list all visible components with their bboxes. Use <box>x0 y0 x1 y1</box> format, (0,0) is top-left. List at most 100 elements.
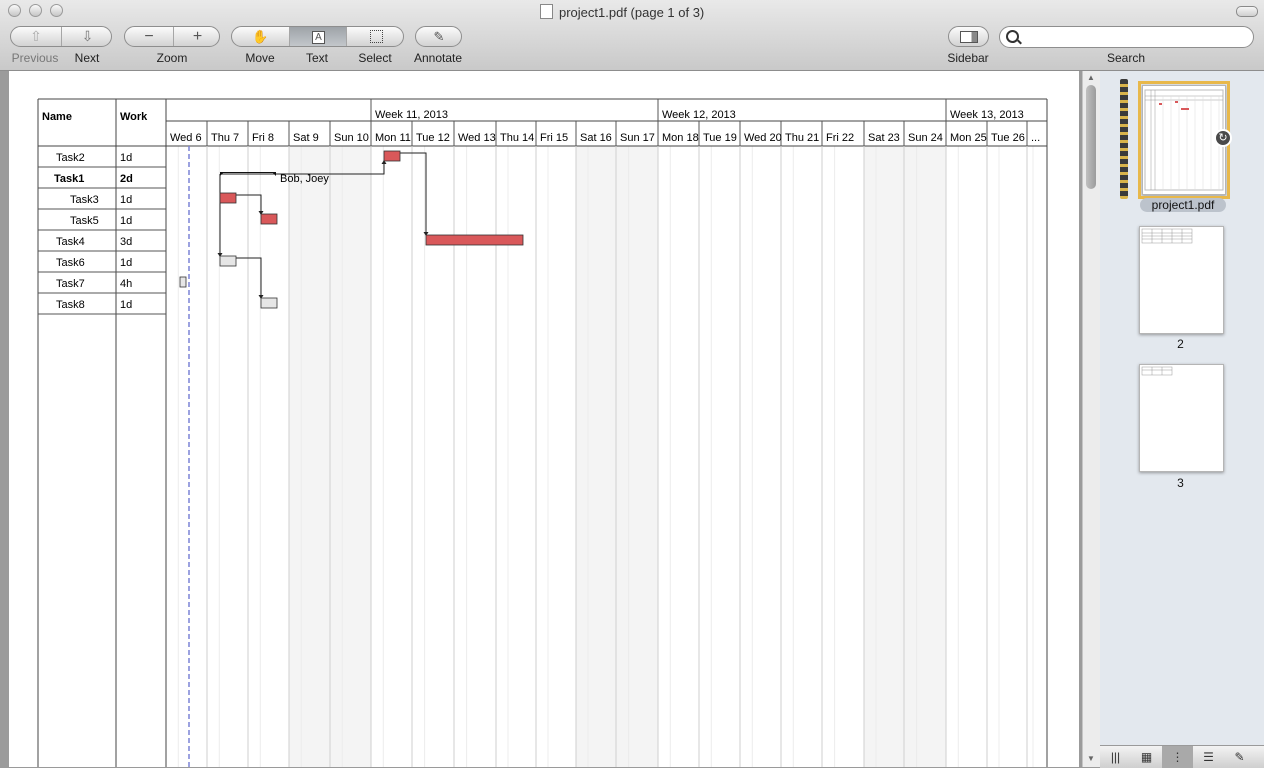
page-thumbnail-2[interactable] <box>1139 226 1224 334</box>
zoom-in-icon: + <box>192 28 203 45</box>
tool-mode-control: ✋ A <box>231 26 404 47</box>
sidebar-label: Sidebar <box>947 51 989 65</box>
day-header: Wed 20 <box>744 132 782 144</box>
task-work: 3d <box>120 236 132 248</box>
minimize-button[interactable] <box>29 4 42 17</box>
sidebar-button[interactable] <box>948 26 989 47</box>
zoom-window-button[interactable] <box>50 4 63 17</box>
move-tool-button[interactable]: ✋ <box>232 27 289 46</box>
toolbar-toggle-button[interactable] <box>1236 6 1258 17</box>
scroll-down-icon[interactable]: ▼ <box>1087 754 1095 763</box>
weekend-shade <box>904 146 946 767</box>
task-bar <box>383 150 401 162</box>
day-header: Sat 16 <box>580 132 612 144</box>
gantt-chart: Name Work Week 11, 2013 Week 12, 2013 Week 1… <box>37 98 1048 767</box>
task-work: 1d <box>120 215 132 227</box>
day-header: Wed 6 <box>170 132 202 144</box>
day-header: Fri 8 <box>252 132 274 144</box>
page-thumbnail-3[interactable] <box>1139 364 1224 472</box>
annotate-label: Annotate <box>413 51 463 65</box>
task-bar <box>425 234 524 246</box>
zoom-in-button[interactable]: + <box>173 27 219 46</box>
task-name: Task2 <box>56 152 85 164</box>
day-header: Mon 18 <box>662 132 699 144</box>
pdf-page[interactable]: Name Work Week 11, 2013 Week 12, 2013 Week 1… <box>9 71 1079 767</box>
task-bar <box>219 192 237 204</box>
task-work: 1d <box>120 194 132 206</box>
task-name: Task5 <box>70 215 99 227</box>
grid-icon[interactable]: ▦ <box>1131 746 1162 768</box>
down-arrow-icon: ⇩ <box>81 28 94 44</box>
weekend-shade <box>289 146 330 767</box>
work-column-header: Work <box>120 111 148 123</box>
day-header: Tue 19 <box>703 132 737 144</box>
search-label: Search <box>1106 51 1146 65</box>
weekend-shade <box>330 146 371 767</box>
zoom-label: Zoom <box>156 51 188 65</box>
previous-button[interactable]: ⇧ <box>11 27 61 46</box>
next-label: Next <box>74 51 100 65</box>
day-header: Mon 11 <box>375 132 411 144</box>
page-thumbnail-label-3: 3 <box>1177 476 1184 490</box>
day-header: Wed 13 <box>458 132 496 144</box>
task-name: Task6 <box>56 257 85 269</box>
select-tool-button[interactable] <box>346 27 403 46</box>
thumbnails-icon[interactable]: ⋮ <box>1162 746 1193 768</box>
sidebar-view-bar: ||| ▦ ⋮ ☰ ✎ <box>1100 745 1264 768</box>
columns-icon[interactable]: ||| <box>1100 746 1131 768</box>
task-work: 4h <box>120 278 132 290</box>
thumbnail-preview-1 <box>1144 89 1224 191</box>
sidebar-icon <box>949 27 988 46</box>
week-header: Week 11, 2013 <box>375 109 448 121</box>
day-header: ... <box>1031 132 1040 144</box>
next-button[interactable]: ⇩ <box>61 27 111 46</box>
text-cursor-icon: A <box>312 31 325 44</box>
day-header: Sun 17 <box>620 132 655 144</box>
document-icon <box>540 4 553 19</box>
week-header: Week 12, 2013 <box>662 109 736 121</box>
task-name: Task4 <box>56 236 85 248</box>
day-header: Sat 9 <box>293 132 319 144</box>
task-bar <box>179 276 187 288</box>
rotate-icon[interactable]: ↻ <box>1214 129 1232 147</box>
weekend-shade <box>864 146 904 767</box>
task-bar <box>260 297 278 309</box>
document-view[interactable]: Name Work Week 11, 2013 Week 12, 2013 Week 1… <box>0 71 1082 767</box>
task-name: Task3 <box>70 194 99 206</box>
window-title: project1.pdf (page 1 of 3) <box>540 4 704 20</box>
up-arrow-icon: ⇧ <box>30 28 42 44</box>
page-thumbnail-label-1: project1.pdf <box>1140 198 1226 212</box>
scroll-up-icon[interactable]: ▲ <box>1087 73 1095 82</box>
day-header: Thu 7 <box>211 132 239 144</box>
zoom-out-icon: − <box>144 28 154 45</box>
title-bar: project1.pdf (page 1 of 3) ⇧ ⇩ − + ✋ A ✎… <box>0 0 1264 71</box>
task-work: 1d <box>120 299 132 311</box>
task-name: Task8 <box>56 299 85 311</box>
annotate-icon[interactable]: ✎ <box>1224 746 1255 768</box>
day-header: Mon 25 <box>950 132 987 144</box>
thumbnail-preview-3 <box>1141 366 1173 376</box>
text-tool-button[interactable]: A <box>289 27 347 46</box>
weekend-shade <box>616 146 658 767</box>
day-header: Tue 26 <box>991 132 1025 144</box>
thumbnail-sidebar: ↻ project1.pdf 2 3 <box>1100 71 1264 767</box>
document-scroll-thumb[interactable] <box>1086 85 1096 189</box>
search-input[interactable] <box>1024 29 1248 45</box>
day-header: Thu 21 <box>785 132 819 144</box>
annotate-button[interactable]: ✎ <box>415 26 462 47</box>
dependency-line <box>400 152 427 235</box>
task-work: 1d <box>120 152 132 164</box>
sidebar-thumb-scrollbar[interactable] <box>1120 79 1128 199</box>
day-header: Fri 15 <box>540 132 568 144</box>
marquee-icon <box>369 30 383 44</box>
close-button[interactable] <box>8 4 21 17</box>
list-icon[interactable]: ☰ <box>1193 746 1224 768</box>
search-field <box>999 26 1254 48</box>
week-header: Week 13, 2013 <box>950 109 1024 121</box>
prev-next-control: ⇧ ⇩ <box>10 26 112 47</box>
thumbnail-preview-2 <box>1141 228 1193 244</box>
zoom-out-button[interactable]: − <box>125 27 173 46</box>
task-name: Task1 <box>54 173 84 185</box>
document-scrollbar[interactable]: ▲ ▼ <box>1082 71 1101 767</box>
task-bar <box>219 255 237 267</box>
